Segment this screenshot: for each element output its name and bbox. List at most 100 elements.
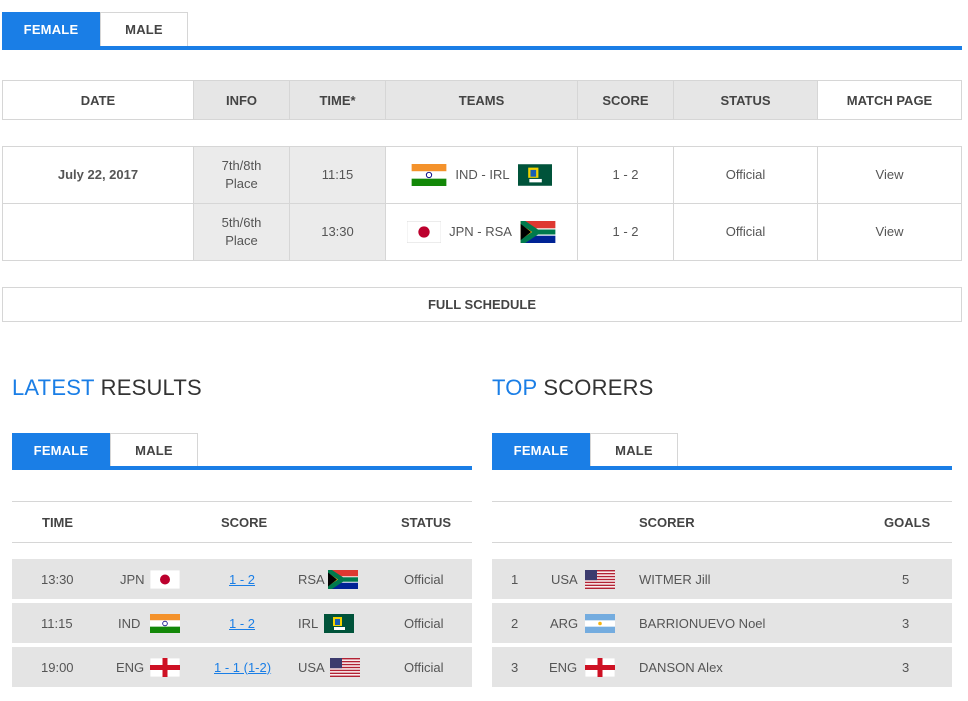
match-teams: IND - IRL <box>386 147 578 203</box>
match-status: Official <box>674 204 818 260</box>
scorer-country: USA <box>551 571 578 587</box>
scorer-rank: 1 <box>511 571 519 587</box>
teams-label: IND - IRL <box>455 167 510 182</box>
header-score: SCORE <box>578 81 674 119</box>
japan-flag-icon <box>407 221 441 243</box>
result-score-link[interactable]: 1 - 2 <box>229 603 255 643</box>
scorers-header: SCORER GOALS <box>492 501 952 543</box>
header-status: STATUS <box>401 514 452 530</box>
match-info: 5th/6th Place <box>194 204 290 260</box>
tab-female[interactable]: FEMALE <box>492 433 590 467</box>
match-date: July 22, 2017 <box>3 147 194 203</box>
away-team: USA <box>298 659 325 675</box>
full-schedule-button[interactable]: FULL SCHEDULE <box>2 287 962 322</box>
england-flag-icon <box>585 647 615 687</box>
scorer-goals: 5 <box>902 571 910 587</box>
latest-header: TIME SCORE STATUS <box>12 501 472 543</box>
scorer-rank: 2 <box>511 615 519 631</box>
title-accent: TOP <box>492 375 538 400</box>
title-rest: RESULTS <box>100 375 202 400</box>
south-africa-flag-icon <box>328 559 358 599</box>
table-row: 2 ARG BARRIONUEVO Noel 3 <box>492 603 952 643</box>
scorer-name: WITMER Jill <box>639 571 711 587</box>
tab-male[interactable]: MALE <box>590 433 678 467</box>
header-time: TIME <box>42 514 74 530</box>
teams-label: JPN - RSA <box>449 224 512 239</box>
header-teams: TEAMS <box>386 81 578 119</box>
tab-underline <box>12 466 472 470</box>
india-flag-icon <box>411 164 447 186</box>
scorer-country: ARG <box>550 615 579 631</box>
table-row: 11:15 IND 1 - 2 IRL Official <box>12 603 472 643</box>
tab-underline <box>492 466 952 470</box>
usa-flag-icon <box>330 647 360 687</box>
result-time: 13:30 <box>41 571 74 587</box>
scorer-name: BARRIONUEVO Noel <box>639 615 766 631</box>
table-row: 1 USA WITMER Jill 5 <box>492 559 952 599</box>
match-info: 7th/8th Place <box>194 147 290 203</box>
header-date: DATE <box>3 81 194 119</box>
home-team: ENG <box>116 659 145 675</box>
result-score-link[interactable]: 1 - 1 (1-2) <box>214 647 271 687</box>
match-time: 13:30 <box>290 204 386 260</box>
info-line: Place <box>225 176 258 191</box>
table-row: 13:30 JPN 1 - 2 RSA Official <box>12 559 472 599</box>
table-row: 19:00 ENG 1 - 1 (1-2) USA Official <box>12 647 472 687</box>
home-team: JPN <box>120 571 145 587</box>
scorer-rank: 3 <box>511 659 519 675</box>
result-status: Official <box>404 615 444 631</box>
table-row: July 22, 2017 7th/8th Place 11:15 IND - … <box>3 147 961 204</box>
result-score-link[interactable]: 1 - 2 <box>229 559 255 599</box>
scorers-gender-tabs: FEMALE MALE <box>492 433 678 467</box>
header-info: INFO <box>194 81 290 119</box>
result-status: Official <box>404 571 444 587</box>
tab-female[interactable]: FEMALE <box>12 433 110 467</box>
info-line: 7th/8th <box>221 158 262 173</box>
table-row: 3 ENG DANSON Alex 3 <box>492 647 952 687</box>
header-goals: GOALS <box>884 514 931 530</box>
scorer-goals: 3 <box>902 615 910 631</box>
header-score: SCORE <box>221 514 268 530</box>
tab-underline <box>2 46 962 50</box>
match-status: Official <box>674 147 818 203</box>
header-scorer: SCORER <box>639 514 695 530</box>
top-scorers-title: TOP SCORERS <box>492 375 654 401</box>
schedule-table: July 22, 2017 7th/8th Place 11:15 IND - … <box>2 146 962 261</box>
match-date <box>3 204 194 260</box>
tab-male[interactable]: MALE <box>110 433 198 467</box>
scorer-name: DANSON Alex <box>639 659 723 675</box>
title-rest: SCORERS <box>543 375 654 400</box>
match-teams: JPN - RSA <box>386 204 578 260</box>
home-team: IND <box>118 615 141 631</box>
away-team: IRL <box>298 615 319 631</box>
argentina-flag-icon <box>585 603 615 643</box>
tab-female[interactable]: FEMALE <box>2 12 100 46</box>
result-time: 11:15 <box>41 615 73 631</box>
japan-flag-icon <box>150 559 180 599</box>
header-match-page: MATCH PAGE <box>846 92 933 108</box>
south-africa-flag-icon <box>520 221 556 243</box>
table-row: 5th/6th Place 13:30 JPN - RSA 1 - 2 Offi… <box>3 204 961 260</box>
result-time: 19:00 <box>41 659 74 675</box>
match-score-link[interactable]: 1 - 2 <box>578 147 674 203</box>
result-status: Official <box>404 659 444 675</box>
schedule-header: DATE INFO TIME* TEAMS SCORE STATUS MATCH… <box>2 80 962 120</box>
away-team: RSA <box>298 571 325 587</box>
india-flag-icon <box>150 603 180 643</box>
scorer-goals: 3 <box>902 659 910 675</box>
usa-flag-icon <box>585 559 615 599</box>
header-time: TIME* <box>290 81 386 119</box>
view-match-link[interactable]: View <box>818 204 961 260</box>
match-score-link[interactable]: 1 - 2 <box>578 204 674 260</box>
england-flag-icon <box>150 647 180 687</box>
view-match-link[interactable]: View <box>818 147 961 203</box>
ireland-flag-icon <box>324 603 354 643</box>
title-accent: LATEST <box>12 375 95 400</box>
info-line: Place <box>225 233 258 248</box>
info-line: 5th/6th <box>221 215 262 230</box>
scorer-country: ENG <box>549 659 578 675</box>
tab-male[interactable]: MALE <box>100 12 188 46</box>
latest-results-title: LATEST RESULTS <box>12 375 202 401</box>
ireland-flag-icon <box>518 164 552 186</box>
header-status: STATUS <box>674 81 818 119</box>
